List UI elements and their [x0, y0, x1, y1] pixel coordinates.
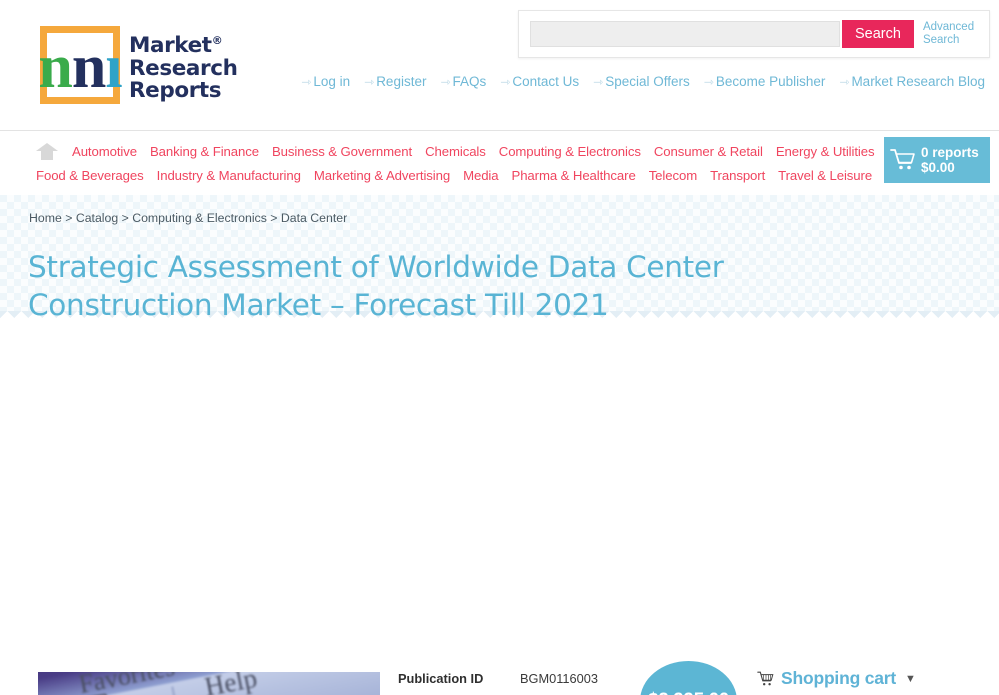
nav-item-consumer-retail[interactable]: Consumer & Retail	[654, 144, 763, 159]
logo-wordmark: Market® Research Reports	[129, 30, 238, 103]
arrow-icon: ⇾	[500, 74, 511, 89]
nav-item-chemicals[interactable]: Chemicals	[425, 144, 486, 159]
nav-item-travel-leisure[interactable]: Travel & Leisure	[778, 168, 872, 183]
nav-item-media[interactable]: Media	[463, 168, 499, 183]
shopping-cart-header[interactable]: Shopping cart ▼	[757, 668, 971, 689]
logo-letter-m: nnı	[38, 33, 122, 102]
breadcrumb[interactable]: Home > Catalog > Computing & Electronics…	[29, 211, 347, 225]
logo-line-3: Reports	[129, 77, 222, 103]
nav-item-business-government[interactable]: Business & Government	[272, 144, 412, 159]
top-link-become-publisher[interactable]: ⇾ Become Publisher	[704, 74, 826, 89]
nav-item-computing-electronics[interactable]: Computing & Electronics	[499, 144, 641, 159]
screen-label-help: Help	[202, 672, 260, 695]
header-cart-total: $0.00	[921, 160, 955, 175]
arrow-icon: ⇾	[593, 74, 604, 89]
top-link-contact-us[interactable]: ⇾ Contact Us	[500, 74, 579, 89]
home-icon[interactable]	[36, 142, 58, 160]
category-nav-rows: Automotive Banking & Finance Business & …	[0, 131, 875, 187]
shopping-cart-title: Shopping cart	[781, 668, 897, 688]
detail-key: Publication ID	[398, 671, 484, 686]
nav-item-pharma-healthcare[interactable]: Pharma & Healthcare	[512, 168, 636, 183]
category-nav: Automotive Banking & Finance Business & …	[0, 130, 999, 195]
search-panel: Search Advanced Search	[518, 10, 990, 58]
detail-row-publication-id: Publication ID BGM0116003	[398, 671, 664, 693]
shopping-cart-icon	[890, 149, 915, 170]
header-cart-text: 0 reports $0.00	[921, 145, 979, 176]
nav-item-industry-manufacturing[interactable]: Industry & Manufacturing	[157, 168, 301, 183]
shopping-cart-icon	[757, 671, 774, 685]
site-header: nnı Market® Research Reports Search Adva…	[0, 0, 999, 130]
search-input[interactable]	[530, 21, 840, 47]
nav-item-telecom[interactable]: Telecom	[649, 168, 698, 183]
nav-item-banking-finance[interactable]: Banking & Finance	[150, 144, 259, 159]
arrow-icon: ⇾	[301, 74, 312, 89]
top-link-faqs[interactable]: ⇾ FAQs	[440, 74, 486, 89]
header-cart-reports: 0 reports	[921, 144, 979, 160]
publication-details: Publication ID BGM0116003 Publication Da…	[398, 671, 664, 695]
search-button[interactable]: Search	[842, 20, 914, 48]
arrow-icon: ⇾	[440, 74, 451, 89]
top-link-label[interactable]: Log in	[313, 74, 350, 89]
registered-mark-icon: ®	[211, 34, 223, 48]
arrow-icon: ⇾	[703, 74, 714, 89]
nav-item-food-beverages[interactable]: Food & Beverages	[36, 168, 144, 183]
top-link-login[interactable]: ⇾ Log in	[301, 74, 350, 89]
nav-item-transport[interactable]: Transport	[710, 168, 765, 183]
top-link-label[interactable]: Market Research Blog	[851, 74, 985, 89]
top-link-special-offers[interactable]: ⇾ Special Offers	[593, 74, 690, 89]
nav-item-energy-utilities[interactable]: Energy & Utilities	[776, 144, 875, 159]
category-nav-row-1: Automotive Banking & Finance Business & …	[36, 139, 875, 163]
top-link-register[interactable]: ⇾ Register	[364, 74, 426, 89]
advanced-search-link[interactable]: Advanced Search	[923, 21, 982, 47]
sidebar: Shopping cart ▼ 0 ItemsTotal: $0.00 Not …	[757, 668, 971, 695]
advanced-search-line-2: Search	[922, 34, 960, 46]
chevron-down-icon[interactable]: ▼	[905, 673, 916, 685]
nav-item-automotive[interactable]: Automotive	[72, 144, 137, 159]
nav-item-marketing-advertising[interactable]: Marketing & Advertising	[314, 168, 450, 183]
price-badge: $2,995.00	[640, 661, 737, 695]
arrow-icon: ⇾	[839, 74, 850, 89]
top-links: ⇾ Log in ⇾ Register ⇾ FAQs ⇾ Contact Us ⇾ Spe…	[293, 74, 985, 89]
top-link-label[interactable]: Become Publisher	[716, 74, 826, 89]
page-title: Strategic Assessment of Worldwide Data C…	[28, 249, 724, 322]
top-link-label[interactable]: FAQs	[453, 74, 487, 89]
category-nav-row-2: Food & Beverages Industry & Manufacturin…	[36, 163, 872, 187]
top-link-label[interactable]: Contact Us	[512, 74, 579, 89]
top-link-label[interactable]: Special Offers	[605, 74, 690, 89]
arrow-icon: ⇾	[364, 74, 375, 89]
product-image-screen-illustration: rd Favorites Up Help Cut Copy	[38, 672, 380, 695]
site-logo[interactable]: nnı Market® Research Reports	[38, 26, 238, 104]
top-link-market-research-blog[interactable]: ⇾ Market Research Blog	[839, 74, 985, 89]
detail-value: BGM0116003	[520, 671, 599, 686]
advanced-search-line-1: Advanced	[922, 21, 975, 33]
header-cart-button[interactable]: 0 reports $0.00	[884, 137, 990, 183]
product-image: rd Favorites Up Help Cut Copy	[38, 672, 380, 695]
logo-mark-icon: nnı	[38, 26, 123, 104]
top-link-label[interactable]: Register	[376, 74, 426, 89]
